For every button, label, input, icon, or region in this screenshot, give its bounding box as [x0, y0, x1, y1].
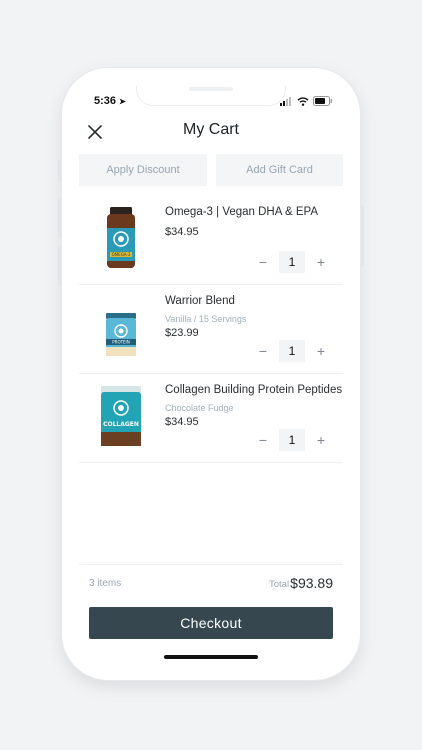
- speaker-grille: [189, 87, 233, 91]
- list-item: COLLAGEN Collagen Building Protein Pepti…: [79, 374, 343, 463]
- item-name: Omega-3 | Vegan DHA & EPA: [165, 206, 318, 218]
- minus-icon: −: [258, 343, 268, 359]
- item-price: $34.95: [165, 416, 199, 428]
- location-arrow-icon: ➤: [119, 97, 126, 106]
- app-screen: 5:36 ➤ My Cart Apply Discount Add Gift C…: [79, 86, 343, 662]
- item-variant: Vanilla / 15 Servings: [165, 314, 247, 324]
- quantity-value[interactable]: 1: [279, 429, 305, 451]
- product-image: OMEGA-3: [107, 207, 135, 268]
- minus-icon: −: [258, 432, 268, 448]
- total-label: Total: [269, 579, 290, 590]
- volume-up-button: [58, 198, 61, 238]
- cellular-signal-icon: [280, 96, 291, 106]
- home-indicator[interactable]: [164, 655, 258, 659]
- mute-switch: [58, 160, 61, 182]
- list-item: OMEGA-3 Omega-3 | Vegan DHA & EPA $34.95…: [79, 196, 343, 285]
- cart-actions: Apply Discount Add Gift Card: [79, 154, 343, 186]
- product-image: COLLAGEN: [101, 386, 141, 446]
- add-gift-card-button[interactable]: Add Gift Card: [216, 154, 343, 186]
- power-button: [361, 206, 364, 266]
- quantity-stepper: − 1 +: [255, 340, 329, 362]
- battery-icon: [313, 96, 333, 106]
- decrease-button[interactable]: −: [255, 432, 271, 448]
- volume-down-button: [58, 246, 61, 286]
- plus-icon: +: [316, 432, 326, 448]
- quantity-value[interactable]: 1: [279, 251, 305, 273]
- item-price: $23.99: [165, 327, 199, 339]
- item-price: $34.95: [165, 226, 199, 238]
- cart-summary: 3 items Total $93.89 Checkout: [79, 564, 343, 662]
- product-label: OMEGA-3: [112, 252, 131, 257]
- decrease-button[interactable]: −: [255, 254, 271, 270]
- quantity-value[interactable]: 1: [279, 340, 305, 362]
- quantity-stepper: − 1 +: [255, 429, 329, 451]
- total-value: $93.89: [290, 575, 333, 591]
- plus-icon: +: [316, 343, 326, 359]
- list-item: PROTEIN Warrior Blend Vanilla / 15 Servi…: [79, 285, 343, 374]
- item-name: Warrior Blend: [165, 295, 235, 307]
- decrease-button[interactable]: −: [255, 343, 271, 359]
- item-variant: Chocolate Fudge: [165, 403, 234, 413]
- notch: [137, 86, 285, 105]
- increase-button[interactable]: +: [313, 432, 329, 448]
- apply-discount-button[interactable]: Apply Discount: [79, 154, 207, 186]
- product-label: PROTEIN: [112, 340, 129, 345]
- status-time: 5:36 ➤: [94, 95, 126, 107]
- quantity-stepper: − 1 +: [255, 251, 329, 273]
- product-image: PROTEIN: [106, 313, 136, 356]
- status-time-text: 5:36: [94, 95, 117, 107]
- item-count: 3 items: [89, 578, 122, 589]
- increase-button[interactable]: +: [313, 254, 329, 270]
- product-label: COLLAGEN: [103, 421, 139, 428]
- status-icons: [280, 96, 333, 106]
- plus-icon: +: [316, 254, 326, 270]
- page-title: My Cart: [183, 121, 239, 138]
- increase-button[interactable]: +: [313, 343, 329, 359]
- minus-icon: −: [258, 254, 268, 270]
- checkout-button[interactable]: Checkout: [89, 607, 333, 639]
- item-name: Collagen Building Protein Peptides: [165, 384, 343, 396]
- wifi-icon: [297, 96, 309, 106]
- cart-items: OMEGA-3 Omega-3 | Vegan DHA & EPA $34.95…: [79, 196, 343, 463]
